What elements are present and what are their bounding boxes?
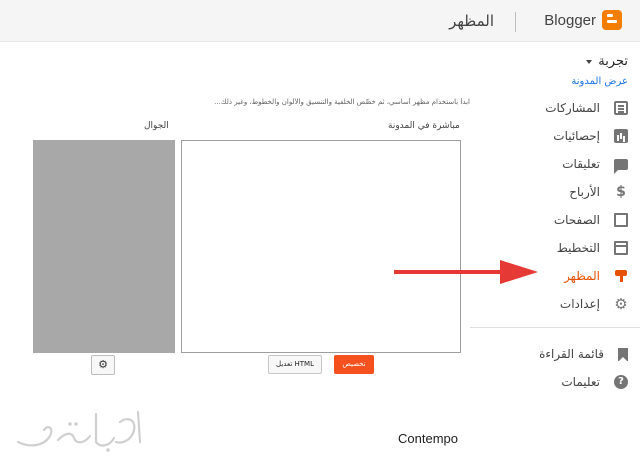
- blog-name: تجربة: [598, 54, 628, 69]
- layout-icon: [614, 241, 628, 255]
- sidebar-item-pages[interactable]: الصفحات: [470, 206, 640, 234]
- sidebar-item-posts[interactable]: المشاركات: [470, 94, 640, 122]
- bookmark-icon: [618, 347, 628, 362]
- mobile-preview-label: الجوال: [144, 121, 169, 131]
- chevron-down-icon: [586, 59, 593, 64]
- brand-name: Blogger: [544, 11, 596, 29]
- mobile-settings-gear-icon[interactable]: ⚙: [91, 355, 115, 375]
- sidebar-divider: [470, 327, 640, 328]
- sidebar-item-settings[interactable]: إعدادات ⚙: [470, 290, 640, 318]
- page-title: المظهر: [449, 12, 494, 30]
- sidebar-item-stats[interactable]: إحصائيات: [470, 122, 640, 150]
- view-blog-link[interactable]: عرض المدونة: [571, 76, 628, 87]
- stats-icon: [614, 129, 628, 143]
- sidebar-item-comments[interactable]: تعليقات: [470, 150, 640, 178]
- sidebar-item-label: تعليمات: [561, 375, 600, 389]
- sidebar-item-label: إعدادات: [559, 297, 600, 311]
- sidebar-item-label: المظهر: [564, 269, 600, 283]
- sidebar-item-help[interactable]: تعليمات ?: [470, 368, 640, 396]
- sidebar-item-label: التخطيط: [556, 241, 600, 255]
- calligraphy-watermark: [16, 410, 142, 452]
- blogger-logo-icon: [602, 10, 622, 30]
- theme-description: ابدأ باستخدام مظهر أساسي، ثم خصِّص الخلف…: [214, 98, 470, 106]
- live-blog-preview[interactable]: [181, 140, 461, 353]
- annotation-arrow: [394, 260, 538, 284]
- sidebar-secondary-nav: قائمة القراءة تعليمات ?: [470, 340, 640, 396]
- sidebar-item-label: قائمة القراءة: [539, 347, 604, 361]
- comments-icon: [614, 158, 628, 174]
- posts-icon: [614, 101, 628, 115]
- sidebar-item-reading-list[interactable]: قائمة القراءة: [470, 340, 640, 368]
- sidebar-item-label: تعليقات: [562, 157, 600, 171]
- edit-html-button[interactable]: تعديل HTML: [268, 355, 322, 374]
- sidebar-item-earnings[interactable]: الأرباح $: [470, 178, 640, 206]
- sidebar: تجربة عرض المدونة المشاركات إحصائيات تعل…: [470, 42, 640, 461]
- current-theme-name: Contempo: [398, 431, 458, 446]
- pages-icon: [614, 213, 628, 227]
- theme-icon: [614, 269, 628, 283]
- help-icon: ?: [614, 375, 628, 389]
- customize-button[interactable]: تخصيص: [334, 355, 374, 374]
- live-preview-label: مباشرة في المدونة: [388, 121, 460, 131]
- mobile-preview[interactable]: [33, 140, 175, 353]
- blog-switcher[interactable]: تجربة: [586, 54, 628, 69]
- earnings-icon: $: [616, 184, 626, 200]
- blogger-brand[interactable]: Blogger: [544, 10, 622, 30]
- sidebar-item-label: المشاركات: [545, 101, 600, 115]
- header-divider: [515, 12, 516, 32]
- sidebar-item-label: الصفحات: [553, 213, 600, 227]
- sidebar-item-label: إحصائيات: [553, 129, 600, 143]
- top-bar: Blogger المظهر: [0, 0, 640, 42]
- sidebar-item-label: الأرباح: [569, 185, 600, 199]
- settings-icon: ⚙: [614, 295, 628, 313]
